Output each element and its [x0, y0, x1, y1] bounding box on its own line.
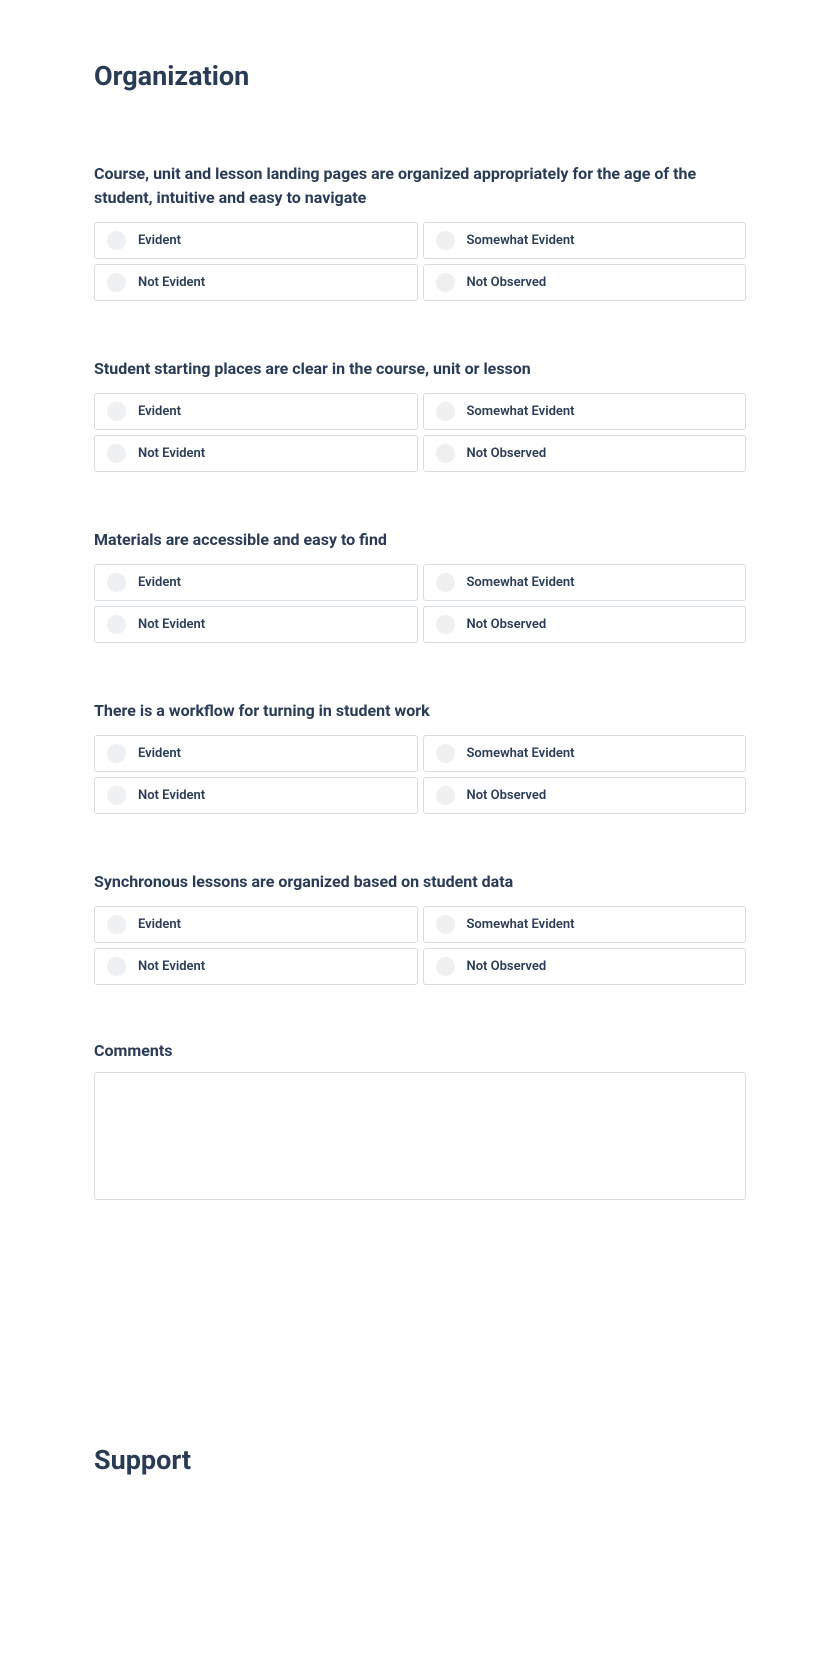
- options-grid: Evident Somewhat Evident Not Evident Not…: [94, 222, 746, 301]
- radio-icon: [436, 786, 455, 805]
- option-evident[interactable]: Evident: [94, 393, 418, 430]
- option-not-evident[interactable]: Not Evident: [94, 777, 418, 814]
- radio-icon: [107, 786, 126, 805]
- option-label: Evident: [138, 917, 181, 932]
- comments-block: Comments: [94, 1041, 746, 1204]
- option-somewhat-evident[interactable]: Somewhat Evident: [423, 906, 747, 943]
- radio-icon: [107, 915, 126, 934]
- option-evident[interactable]: Evident: [94, 735, 418, 772]
- option-label: Not Evident: [138, 446, 205, 461]
- option-label: Somewhat Evident: [467, 233, 575, 248]
- option-not-observed[interactable]: Not Observed: [423, 777, 747, 814]
- option-label: Somewhat Evident: [467, 746, 575, 761]
- option-somewhat-evident[interactable]: Somewhat Evident: [423, 735, 747, 772]
- options-grid: Evident Somewhat Evident Not Evident Not…: [94, 564, 746, 643]
- question-text: There is a workflow for turning in stude…: [94, 699, 746, 723]
- question-block: Course, unit and lesson landing pages ar…: [94, 162, 746, 301]
- radio-icon: [436, 915, 455, 934]
- radio-icon: [107, 273, 126, 292]
- option-label: Evident: [138, 575, 181, 590]
- option-label: Not Evident: [138, 617, 205, 632]
- question-block: Materials are accessible and easy to fin…: [94, 528, 746, 643]
- radio-icon: [436, 402, 455, 421]
- section-title-organization: Organization: [94, 60, 746, 92]
- options-grid: Evident Somewhat Evident Not Evident Not…: [94, 906, 746, 985]
- option-somewhat-evident[interactable]: Somewhat Evident: [423, 393, 747, 430]
- option-label: Not Evident: [138, 275, 205, 290]
- option-not-observed[interactable]: Not Observed: [423, 948, 747, 985]
- radio-icon: [107, 444, 126, 463]
- option-label: Evident: [138, 404, 181, 419]
- option-label: Evident: [138, 233, 181, 248]
- option-label: Not Observed: [467, 446, 547, 461]
- option-label: Somewhat Evident: [467, 404, 575, 419]
- option-not-observed[interactable]: Not Observed: [423, 435, 747, 472]
- option-label: Not Observed: [467, 275, 547, 290]
- option-label: Evident: [138, 746, 181, 761]
- options-grid: Evident Somewhat Evident Not Evident Not…: [94, 393, 746, 472]
- radio-icon: [436, 573, 455, 592]
- question-text: Student starting places are clear in the…: [94, 357, 746, 381]
- radio-icon: [107, 957, 126, 976]
- radio-icon: [107, 615, 126, 634]
- radio-icon: [436, 444, 455, 463]
- question-block: There is a workflow for turning in stude…: [94, 699, 746, 814]
- option-evident[interactable]: Evident: [94, 222, 418, 259]
- comments-input[interactable]: [94, 1072, 746, 1200]
- radio-icon: [436, 273, 455, 292]
- radio-icon: [107, 744, 126, 763]
- question-text: Course, unit and lesson landing pages ar…: [94, 162, 746, 210]
- option-label: Not Observed: [467, 959, 547, 974]
- option-label: Not Observed: [467, 788, 547, 803]
- radio-icon: [436, 231, 455, 250]
- option-somewhat-evident[interactable]: Somewhat Evident: [423, 564, 747, 601]
- option-label: Somewhat Evident: [467, 575, 575, 590]
- option-label: Not Evident: [138, 959, 205, 974]
- question-block: Synchronous lessons are organized based …: [94, 870, 746, 985]
- radio-icon: [107, 231, 126, 250]
- question-text: Synchronous lessons are organized based …: [94, 870, 746, 894]
- radio-icon: [436, 615, 455, 634]
- radio-icon: [436, 957, 455, 976]
- radio-icon: [436, 744, 455, 763]
- option-not-evident[interactable]: Not Evident: [94, 264, 418, 301]
- option-evident[interactable]: Evident: [94, 906, 418, 943]
- option-evident[interactable]: Evident: [94, 564, 418, 601]
- option-somewhat-evident[interactable]: Somewhat Evident: [423, 222, 747, 259]
- option-label: Somewhat Evident: [467, 917, 575, 932]
- option-not-evident[interactable]: Not Evident: [94, 435, 418, 472]
- question-block: Student starting places are clear in the…: [94, 357, 746, 472]
- section-title-support: Support: [94, 1444, 746, 1476]
- option-not-observed[interactable]: Not Observed: [423, 606, 747, 643]
- option-not-observed[interactable]: Not Observed: [423, 264, 747, 301]
- comments-label: Comments: [94, 1041, 746, 1060]
- radio-icon: [107, 573, 126, 592]
- options-grid: Evident Somewhat Evident Not Evident Not…: [94, 735, 746, 814]
- option-label: Not Evident: [138, 788, 205, 803]
- option-not-evident[interactable]: Not Evident: [94, 606, 418, 643]
- option-label: Not Observed: [467, 617, 547, 632]
- radio-icon: [107, 402, 126, 421]
- option-not-evident[interactable]: Not Evident: [94, 948, 418, 985]
- question-text: Materials are accessible and easy to fin…: [94, 528, 746, 552]
